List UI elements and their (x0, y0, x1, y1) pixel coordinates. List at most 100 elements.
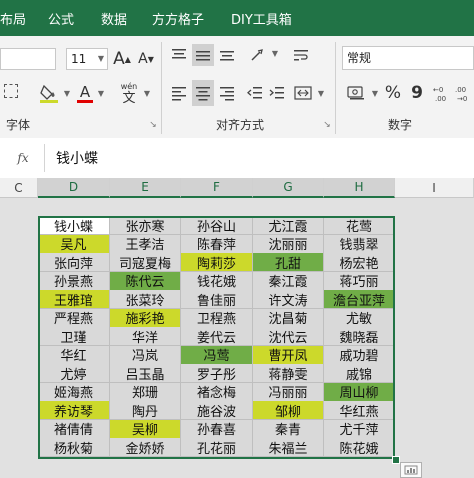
tab-diy-toolbox[interactable]: DIY工具箱 (231, 9, 292, 28)
table-cell[interactable]: 卫瑾 (38, 327, 110, 346)
table-cell[interactable]: 邹柳 (253, 401, 324, 420)
table-cell[interactable]: 吕玉晶 (110, 364, 181, 383)
table-cell[interactable]: 养访琴 (38, 401, 110, 420)
table-cell[interactable]: 姬海燕 (38, 382, 110, 402)
table-cell[interactable]: 严程燕 (38, 308, 110, 328)
table-cell[interactable]: 尤江霞 (253, 216, 324, 235)
fill-color-dropdown-icon[interactable]: ▼ (62, 88, 72, 98)
table-cell[interactable]: 张亦寒 (110, 216, 181, 235)
font-color-dropdown-icon[interactable]: ▼ (96, 88, 106, 98)
column-header-i[interactable]: I (395, 178, 474, 198)
align-top-button[interactable] (168, 44, 190, 66)
table-cell[interactable]: 卫程燕 (181, 308, 253, 328)
table-cell[interactable]: 孔花丽 (181, 438, 253, 457)
column-header-d[interactable]: D (38, 178, 110, 198)
tab-fangfang[interactable]: 方方格子 (152, 9, 204, 28)
table-cell[interactable]: 周山柳 (324, 382, 395, 402)
align-left-button[interactable] (168, 80, 190, 106)
table-cell[interactable]: 孙春喜 (181, 419, 253, 439)
table-cell[interactable]: 秦青 (253, 419, 324, 439)
table-cell[interactable]: 鲁佳丽 (181, 290, 253, 309)
fill-handle[interactable] (392, 456, 400, 464)
column-header-g[interactable]: G (253, 178, 324, 198)
table-cell[interactable]: 曹开凤 (253, 345, 324, 365)
table-cell[interactable]: 秦江霞 (253, 271, 324, 291)
font-color-button[interactable]: A (74, 80, 96, 106)
wrap-text-button[interactable] (290, 44, 312, 66)
grow-font-button[interactable]: A ▲ (112, 48, 132, 70)
phonetic-guide-button[interactable]: wén 文 (116, 78, 142, 108)
shrink-font-button[interactable]: A ▼ (136, 48, 156, 70)
increase-decimal-button[interactable]: ←0.00 (432, 80, 454, 106)
increase-indent-button[interactable] (266, 80, 288, 106)
table-cell[interactable]: 尤敏 (324, 308, 395, 328)
table-cell[interactable]: 姜代云 (181, 327, 253, 346)
tab-data[interactable]: 数据 (101, 9, 127, 28)
table-cell[interactable]: 尤婷 (38, 364, 110, 383)
table-cell[interactable]: 孙谷山 (181, 216, 253, 235)
table-cell[interactable]: 尤千萍 (324, 419, 395, 439)
column-header-c[interactable]: C (0, 178, 38, 198)
table-cell[interactable]: 金娇娇 (110, 438, 181, 457)
table-cell[interactable]: 陶丹 (110, 401, 181, 420)
table-cell[interactable]: 蒋巧丽 (324, 271, 395, 291)
table-cell[interactable]: 张向萍 (38, 253, 110, 272)
table-cell[interactable]: 施彩艳 (110, 308, 181, 328)
table-cell[interactable]: 沈丽丽 (253, 234, 324, 254)
table-cell[interactable]: 陈花娥 (324, 438, 395, 457)
table-cell[interactable]: 施谷波 (181, 401, 253, 420)
table-cell[interactable]: 吴柳 (110, 419, 181, 439)
table-cell[interactable]: 褚倩倩 (38, 419, 110, 439)
align-center-button[interactable] (192, 80, 214, 106)
table-cell[interactable]: 孔甜 (253, 253, 324, 272)
table-cell[interactable]: 郑珊 (110, 382, 181, 402)
decrease-decimal-button[interactable]: .00 →0 (454, 80, 474, 106)
table-cell[interactable]: 华红 (38, 345, 110, 365)
column-header-f[interactable]: F (181, 178, 253, 198)
table-cell[interactable]: 杨秋菊 (38, 438, 110, 457)
orientation-dropdown-icon[interactable]: ▼ (270, 48, 280, 58)
table-cell[interactable]: 冯莺 (181, 345, 253, 365)
table-cell[interactable]: 蒋静雯 (253, 364, 324, 383)
table-cell[interactable]: 戚功碧 (324, 345, 395, 365)
table-cell[interactable]: 冯丽丽 (253, 382, 324, 402)
table-cell[interactable]: 华洋 (110, 327, 181, 346)
comma-style-button[interactable]: 9 (406, 80, 428, 106)
decrease-indent-button[interactable] (244, 80, 266, 106)
accounting-format-button[interactable] (344, 80, 370, 106)
orientation-button[interactable] (246, 44, 268, 66)
table-cell[interactable]: 冯岚 (110, 345, 181, 365)
column-header-e[interactable]: E (110, 178, 181, 198)
fill-color-button[interactable] (36, 80, 62, 106)
table-cell[interactable]: 陈春萍 (181, 234, 253, 254)
table-cell[interactable]: 王雅琯 (38, 290, 110, 309)
table-cell[interactable]: 吴凡 (38, 234, 110, 254)
table-cell[interactable]: 罗子彤 (181, 364, 253, 383)
table-cell[interactable]: 朱福兰 (253, 438, 324, 457)
table-cell[interactable]: 钱小蝶 (38, 216, 110, 235)
table-cell[interactable]: 王孝洁 (110, 234, 181, 254)
align-bottom-button[interactable] (216, 44, 238, 66)
table-cell[interactable]: 钱翡翠 (324, 234, 395, 254)
merge-dropdown-icon[interactable]: ▼ (316, 88, 326, 98)
font-name-select[interactable] (0, 48, 56, 70)
accounting-dropdown-icon[interactable]: ▼ (370, 88, 380, 98)
table-cell[interactable]: 孙景燕 (38, 271, 110, 291)
font-dialog-launcher-icon[interactable]: ↘ (148, 120, 158, 130)
table-cell[interactable]: 钱花娥 (181, 271, 253, 291)
number-format-select[interactable]: 常规 (342, 46, 474, 70)
percent-style-button[interactable]: % (382, 80, 404, 106)
table-cell[interactable]: 沈昌菊 (253, 308, 324, 328)
column-header-h[interactable]: H (324, 178, 395, 198)
table-cell[interactable]: 褚念梅 (181, 382, 253, 402)
table-cell[interactable]: 戚锦 (324, 364, 395, 383)
table-cell[interactable]: 华红燕 (324, 401, 395, 420)
tab-formulas[interactable]: 公式 (48, 9, 74, 28)
table-cell[interactable]: 张菜玲 (110, 290, 181, 309)
table-cell[interactable]: 澹台亚萍 (324, 290, 395, 309)
merge-center-button[interactable] (292, 80, 314, 106)
align-middle-button[interactable] (192, 44, 214, 66)
insert-function-button[interactable]: fx (10, 147, 36, 169)
alignment-dialog-launcher-icon[interactable]: ↘ (322, 120, 332, 130)
table-cell[interactable]: 陈代云 (110, 271, 181, 291)
